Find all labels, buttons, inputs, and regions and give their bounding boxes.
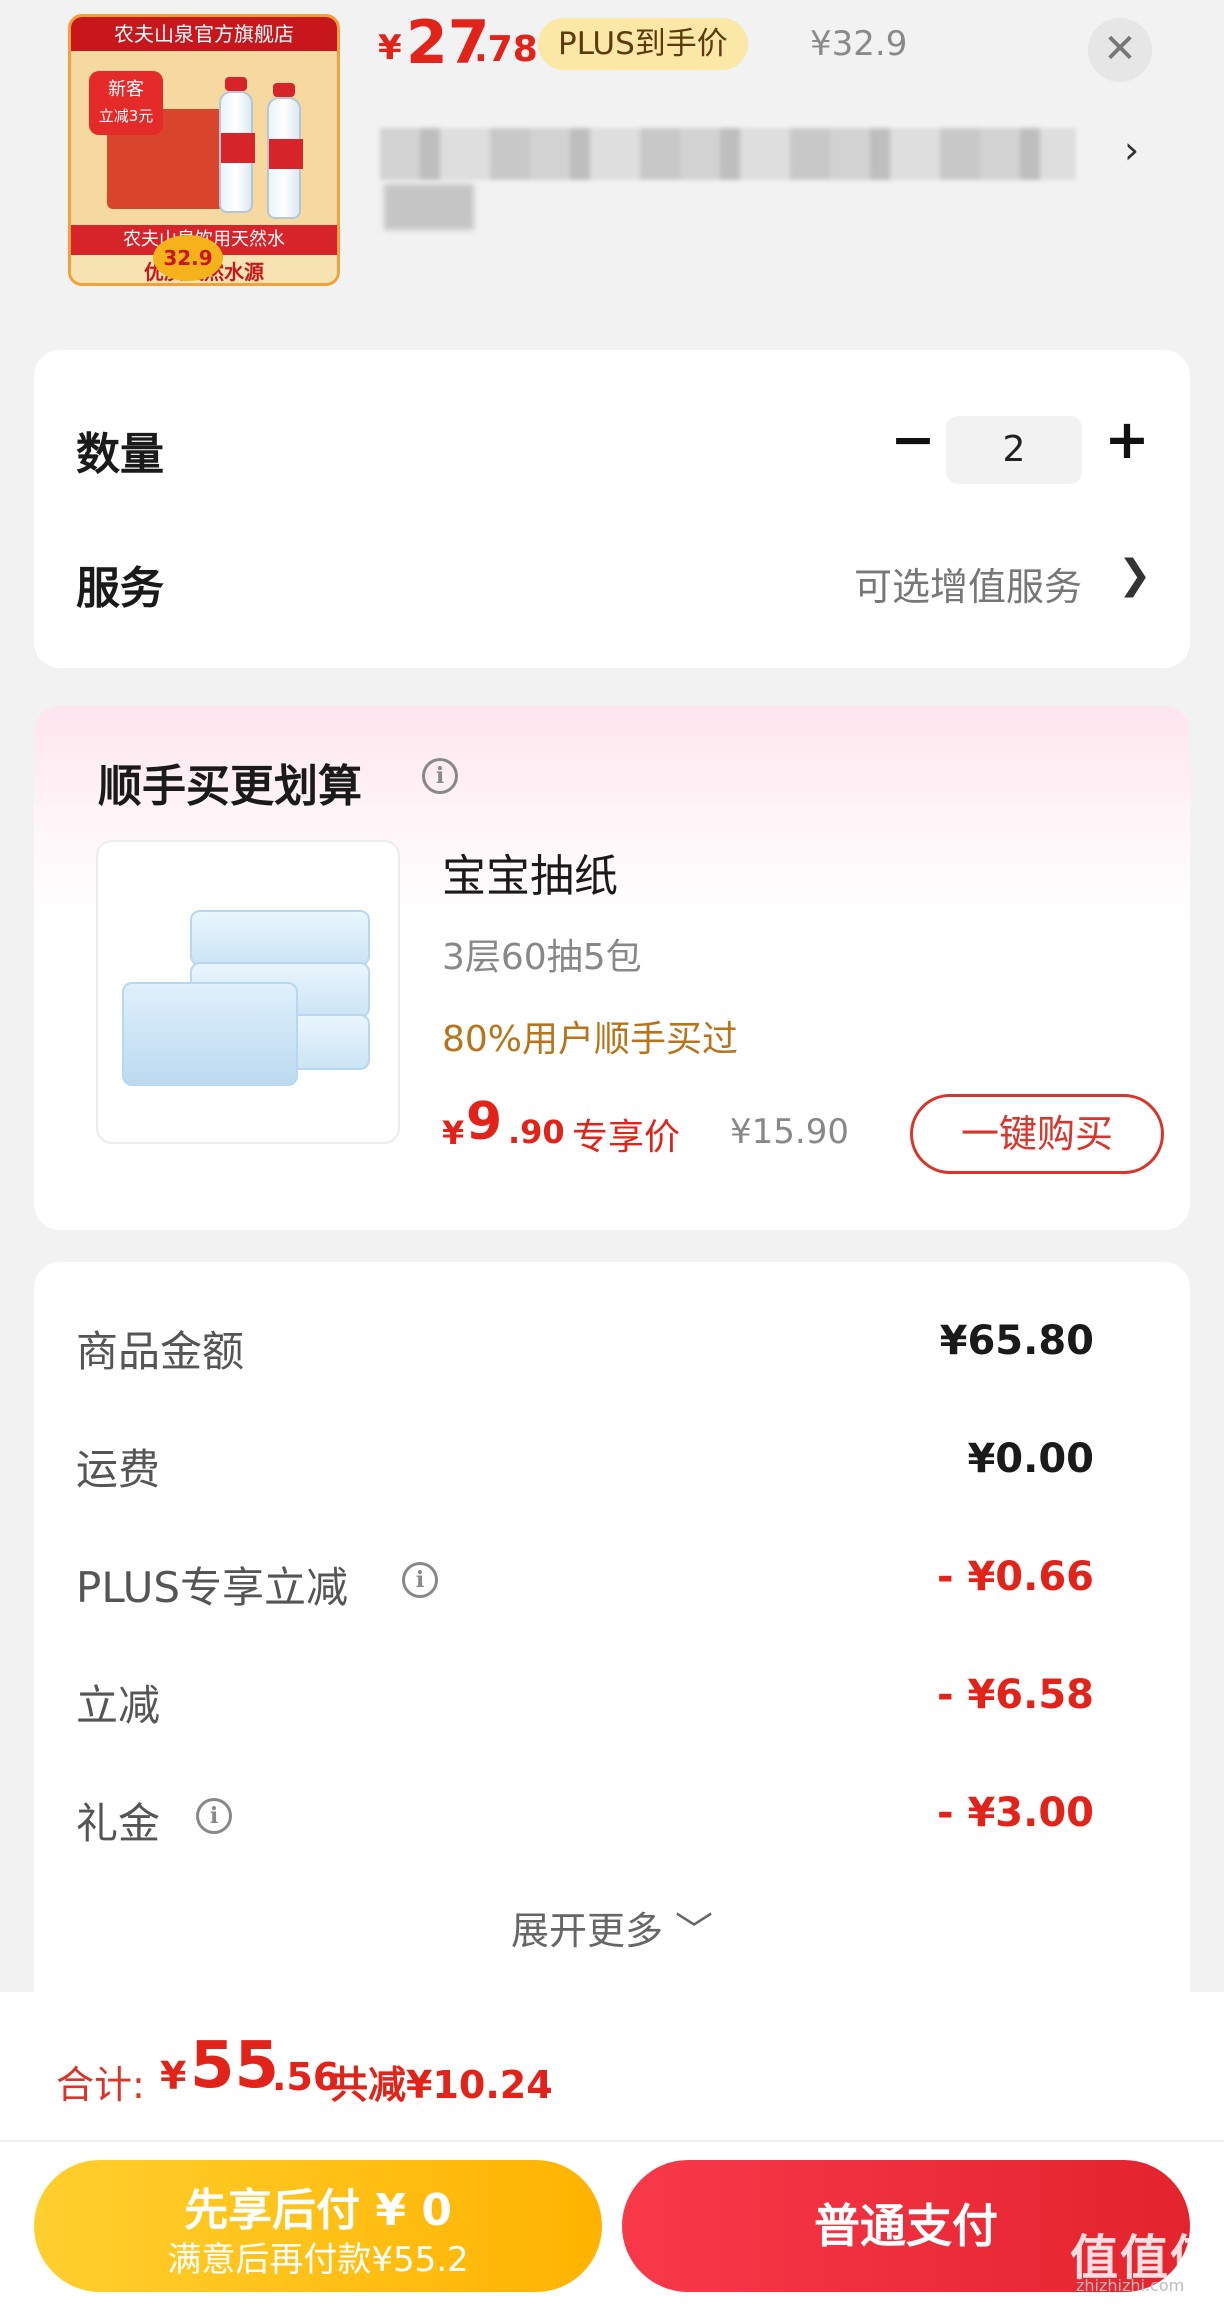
bundle-title: 顺手买更划算	[98, 761, 362, 812]
bundle-price-integer: 9	[466, 1092, 503, 1152]
price-currency: ¥	[378, 28, 402, 68]
quantity-service-card: 数量 − 2 + 服务 可选增值服务 ❯	[34, 350, 1190, 668]
bundle-item-spec: 3层60抽5包	[442, 937, 642, 978]
badge-line-2: 立减3元	[98, 107, 154, 125]
checkout-bottom-bar: 合计: ¥ 55 .56 共减¥10.24 先享后付 ¥ 0 满意后再付款¥55…	[0, 1992, 1224, 2307]
bundle-recommend-card: 顺手买更划算 i 宝宝抽纸 3层60抽5包 80%用户顺手买过 ¥ 9 .90 …	[34, 706, 1190, 1230]
bundle-item-name[interactable]: 宝宝抽纸	[442, 840, 618, 904]
summary-value-shipping: ¥0.00	[967, 1436, 1094, 1482]
product-thumbnail: 农夫山泉官方旗舰店 新客 立减3元 农夫山泉饮用天然水 优质天然水源 32.9	[68, 14, 340, 286]
pay-later-button[interactable]: 先享后付 ¥ 0 满意后再付款¥55.2	[34, 2160, 602, 2292]
summary-value-gift-money: - ¥3.00	[936, 1790, 1094, 1836]
thumb-new-customer-badge: 新客 立减3元	[89, 71, 163, 135]
service-option-link[interactable]: 可选增值服务	[854, 556, 1082, 611]
quantity-label: 数量	[76, 429, 164, 480]
badge-line-1: 新客	[108, 79, 144, 100]
bundle-original-price: ¥15.90	[730, 1112, 849, 1152]
one-click-buy-button[interactable]: 一键购买	[910, 1094, 1164, 1174]
bundle-price-decimal: .90	[508, 1113, 565, 1151]
tissue-product-image[interactable]	[96, 840, 400, 1144]
bundle-item-hint: 80%用户顺手买过	[442, 1019, 739, 1060]
quantity-decrease-button[interactable]: −	[880, 410, 946, 476]
divider	[0, 2140, 1224, 2142]
total-label: 合计:	[56, 2063, 145, 2107]
original-price: ¥32.9	[810, 24, 908, 64]
pay-later-subtitle: 满意后再付款¥55.2	[167, 2240, 469, 2280]
total-integer: 55	[190, 2029, 280, 2103]
bundle-price-tag: 专享价	[572, 1117, 681, 1158]
total-saved: 共减¥10.24	[330, 2063, 553, 2107]
plus-price-badge: PLUS到手价	[538, 18, 748, 70]
summary-label-shipping: 运费	[76, 1445, 161, 1494]
info-icon[interactable]: i	[422, 758, 458, 794]
water-bottle-image-2	[267, 83, 303, 219]
thumb-price-circle: 32.9	[153, 235, 223, 281]
water-bottle-image	[219, 77, 255, 213]
product-title-blurred	[380, 128, 1076, 180]
quantity-input[interactable]: 2	[946, 416, 1082, 484]
summary-value-goods: ¥65.80	[939, 1318, 1094, 1364]
chevron-right-icon[interactable]: ›	[1124, 128, 1139, 172]
summary-label-plus-discount: PLUS专享立减	[76, 1563, 349, 1612]
pay-later-title: 先享后付 ¥ 0	[184, 2185, 452, 2236]
expand-more-button[interactable]: 展开更多 ﹀	[34, 1900, 1190, 1955]
product-title-blurred-line2	[384, 184, 474, 230]
price-decimal: .78	[474, 29, 538, 70]
close-icon: ✕	[1103, 26, 1137, 72]
info-icon[interactable]: i	[196, 1798, 232, 1834]
service-label: 服务	[76, 563, 164, 614]
bundle-price-currency: ¥	[442, 1114, 465, 1152]
price-summary-card: 商品金额 ¥65.80 运费 ¥0.00 PLUS专享立减 i - ¥0.66 …	[34, 1262, 1190, 2022]
summary-label-goods: 商品金额	[76, 1327, 245, 1376]
summary-label-instant-discount: 立减	[76, 1681, 161, 1730]
close-button[interactable]: ✕	[1088, 18, 1152, 82]
summary-label-gift-money: 礼金	[76, 1799, 161, 1848]
chevron-right-icon[interactable]: ❯	[1118, 552, 1152, 598]
watermark-url: zhizhizhi.com	[1076, 2276, 1185, 2295]
quantity-increase-button[interactable]: +	[1094, 410, 1160, 476]
thumb-store-banner: 农夫山泉官方旗舰店	[71, 17, 337, 51]
total-currency: ¥	[160, 2054, 187, 2098]
summary-value-plus-discount: - ¥0.66	[936, 1554, 1094, 1600]
info-icon[interactable]: i	[402, 1562, 438, 1598]
summary-value-instant-discount: - ¥6.58	[936, 1672, 1094, 1718]
